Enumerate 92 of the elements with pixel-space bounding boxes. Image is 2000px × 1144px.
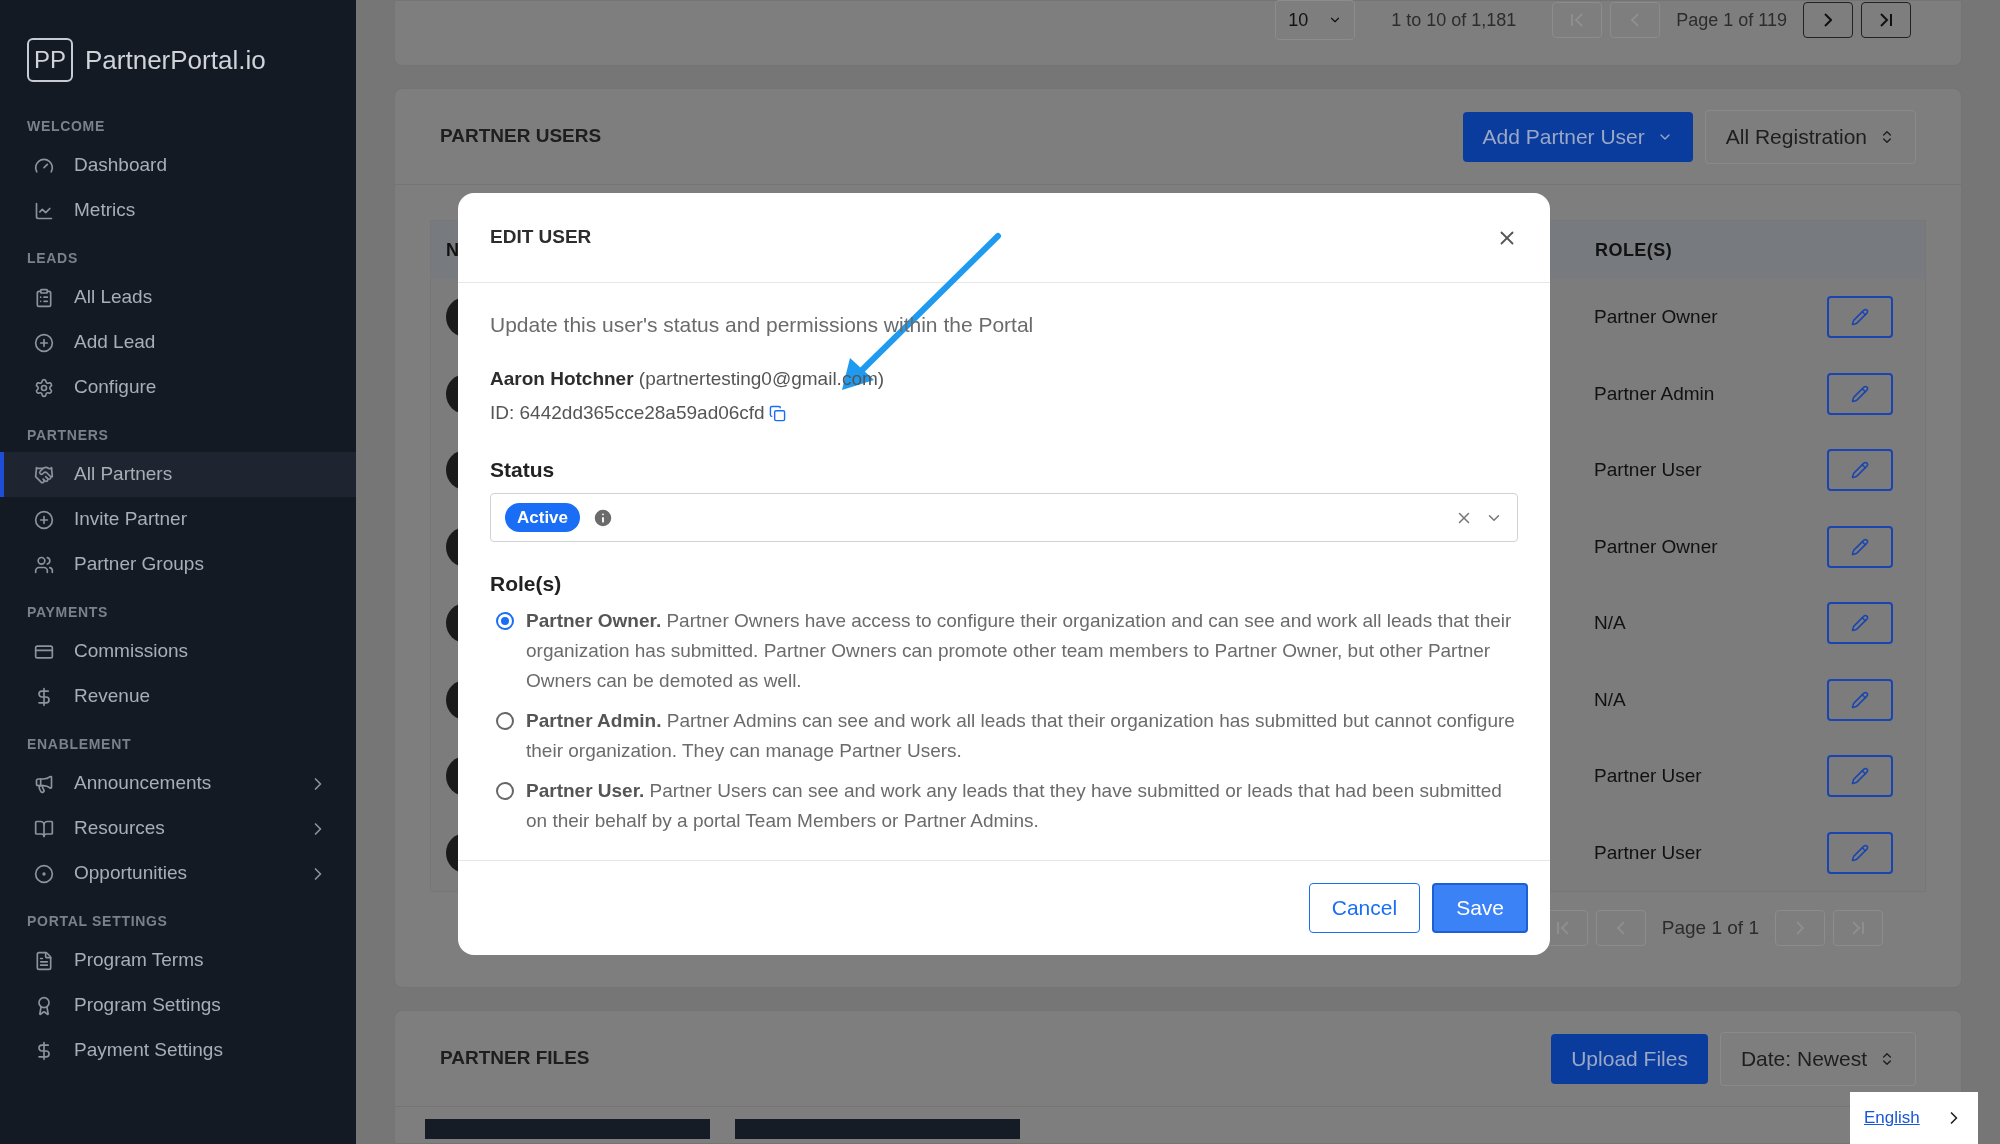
sidebar-item[interactable]: Invite Partner bbox=[0, 497, 356, 542]
plus-circle-icon bbox=[34, 509, 54, 530]
table-cell-text: N/A bbox=[1594, 611, 1627, 635]
role-option-text: Partner Owner. Partner Owners have access to configure their organization and can see and work all leads that their organization has submitted. Partner Owners can promote other team members to Partner Owner, but other Partner Owners can be demoted as well. bbox=[526, 608, 1513, 693]
range-text: 1 to 10 of 1,181 bbox=[1391, 8, 1517, 32]
sidebar-item[interactable]: All Leads bbox=[0, 275, 356, 320]
table-cell-text: N/A bbox=[1594, 687, 1627, 712]
table-cell-text: Partner Owner bbox=[1594, 305, 1719, 329]
edit-button[interactable] bbox=[1827, 755, 1893, 798]
line-chart-icon bbox=[34, 200, 54, 221]
pencil-icon bbox=[1851, 614, 1869, 633]
upload-files-button[interactable]: Upload Files bbox=[1551, 1033, 1708, 1084]
sidebar-item[interactable]: Add Lead bbox=[0, 320, 356, 365]
copy-icon[interactable] bbox=[768, 404, 786, 422]
page-indicator: Page 1 of 119 bbox=[1676, 8, 1787, 32]
sidebar-item[interactable]: Partner Groups bbox=[0, 542, 356, 587]
column-header: ROLE(S) bbox=[1595, 238, 1674, 262]
edit-button[interactable] bbox=[1827, 525, 1893, 568]
sidebar-item[interactable]: Program Settings bbox=[0, 983, 356, 1028]
section-title: PARTNER USERS bbox=[440, 124, 603, 149]
sidebar-item[interactable]: Revenue bbox=[0, 674, 356, 719]
edit-button[interactable] bbox=[1827, 831, 1893, 874]
page-indicator: Page 1 of 1 bbox=[1661, 915, 1759, 940]
edit-button[interactable] bbox=[1827, 296, 1893, 339]
section-heading: PARTNERS bbox=[26, 426, 110, 445]
section-title: PARTNER FILES bbox=[440, 1046, 591, 1071]
brand-name: PartnerPortal.io bbox=[85, 43, 266, 77]
save-button[interactable]: Save bbox=[1432, 883, 1528, 933]
table-cell-text: Partner User bbox=[1594, 458, 1703, 482]
edit-button[interactable] bbox=[1827, 602, 1893, 645]
dialog-title: EDIT USER bbox=[490, 225, 592, 250]
pagination-button[interactable] bbox=[1803, 2, 1853, 38]
edit-button[interactable] bbox=[1827, 678, 1893, 721]
plus-circle-icon bbox=[34, 332, 54, 353]
role-option-text: Partner Admin. Partner Admins can see and work all leads that their organization has submitted but cannot configure their organization. They can manage Partner Users. bbox=[526, 708, 1516, 763]
role-option-text: Partner User. Partner Users can see and work any leads that they have submitted or leads that had been submitted on their behalf by a portal Team Members or Partner Admins. bbox=[526, 778, 1503, 833]
file-icon bbox=[34, 950, 54, 971]
status-tag: Active bbox=[505, 502, 581, 533]
sidebar-item[interactable]: All Partners bbox=[0, 452, 356, 497]
chevron-icon bbox=[1824, 13, 1832, 27]
brand-mark: PP bbox=[27, 38, 73, 82]
chevron-icon bbox=[1880, 13, 1892, 27]
section-heading: ENABLEMENT bbox=[26, 735, 133, 754]
field-label: Status bbox=[490, 456, 556, 483]
registration-filter[interactable]: All Registration bbox=[1704, 109, 1916, 164]
book-icon bbox=[34, 818, 54, 839]
sort-select[interactable]: Date: Newest bbox=[1719, 1031, 1916, 1086]
section-heading: PORTAL SETTINGS bbox=[26, 912, 169, 931]
target-icon bbox=[34, 863, 54, 884]
settings-icon bbox=[34, 377, 54, 398]
table-cell-text: Partner User bbox=[1594, 840, 1703, 865]
language-selector[interactable]: English bbox=[1850, 1092, 1978, 1144]
radio-button[interactable] bbox=[496, 781, 514, 800]
edit-button[interactable] bbox=[1827, 372, 1893, 415]
sidebar-item[interactable]: Payment Settings bbox=[0, 1028, 356, 1073]
sidebar-item[interactable]: Metrics bbox=[0, 188, 356, 233]
sidebar-item[interactable]: Configure bbox=[0, 365, 356, 410]
sidebar-item[interactable]: Opportunities bbox=[0, 851, 356, 896]
radio-button[interactable] bbox=[496, 711, 514, 730]
pencil-icon bbox=[1851, 461, 1869, 480]
pencil-icon bbox=[1851, 308, 1869, 327]
table-cell-text: Partner Admin bbox=[1594, 381, 1716, 406]
pencil-icon bbox=[1851, 537, 1869, 556]
megaphone-icon bbox=[34, 773, 54, 794]
column-header: N bbox=[446, 238, 459, 262]
pencil-icon bbox=[1851, 767, 1869, 786]
sidebar-item[interactable]: Announcements bbox=[0, 761, 356, 806]
page-size-select[interactable]: 10 bbox=[1275, 0, 1356, 40]
table-cell-text: Partner Owner bbox=[1594, 534, 1719, 559]
users-icon bbox=[34, 554, 54, 575]
handshake-icon bbox=[34, 464, 54, 485]
section-heading: PAYMENTS bbox=[26, 603, 110, 622]
add-partner-user-button[interactable]: Add Partner User bbox=[1462, 111, 1693, 162]
cancel-button[interactable]: Cancel bbox=[1308, 883, 1421, 933]
pencil-icon bbox=[1851, 843, 1869, 862]
sidebar-item[interactable]: Commissions bbox=[0, 629, 356, 674]
pencil-icon bbox=[1851, 384, 1869, 403]
section-heading: LEADS bbox=[26, 249, 79, 268]
section-heading: WELCOME bbox=[26, 117, 106, 136]
field-label: Role(s) bbox=[490, 571, 563, 597]
status-select[interactable]: Active bbox=[490, 493, 1518, 542]
edit-button[interactable] bbox=[1827, 449, 1893, 492]
user-id: ID: 6442dd365cce28a59ad06cfd bbox=[490, 401, 765, 425]
info-icon bbox=[592, 506, 615, 529]
pagination-button[interactable] bbox=[1861, 2, 1911, 38]
clipboard-icon bbox=[34, 287, 54, 308]
sidebar-item[interactable]: Dashboard bbox=[0, 143, 356, 188]
pencil-icon bbox=[1851, 690, 1869, 709]
table-cell-text: Partner User bbox=[1594, 764, 1703, 788]
radio-button[interactable] bbox=[496, 611, 514, 630]
sidebar-item[interactable]: Resources bbox=[0, 806, 356, 851]
sidebar-item[interactable]: Program Terms bbox=[0, 938, 356, 983]
